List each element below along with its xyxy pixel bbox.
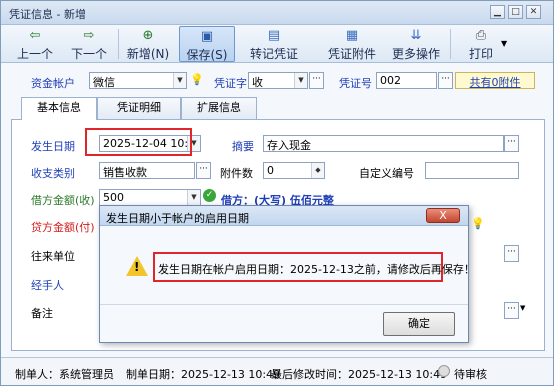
lightbulb-icon[interactable]: 💡 — [471, 217, 485, 230]
printer-icon: ⎙ — [475, 28, 487, 43]
title-bar: 凭证信息 - 新增 ▁ □ ✕ — [1, 1, 553, 25]
prev-button[interactable]: ⇦ 上一个 — [11, 26, 59, 62]
next-button[interactable]: ⇨ 下一个 — [65, 26, 113, 62]
dialog-title-bar: 发生日期小于帐户的启用日期 X — [100, 206, 468, 226]
floppy-icon: ▣ — [200, 29, 214, 44]
attachment-icon: ▦ — [345, 28, 359, 43]
note-browse-button[interactable]: ··· — [504, 302, 519, 319]
date-highlight-box — [85, 128, 192, 156]
dialog-divider — [100, 304, 468, 305]
lightbulb-icon[interactable]: 💡 — [190, 73, 204, 86]
creator-text: 制单人：系统管理员 — [15, 368, 114, 381]
close-window-button[interactable]: ✕ — [526, 5, 541, 19]
arrow-right-icon: ⇨ — [83, 28, 95, 43]
voucher-no-input[interactable]: 002 — [376, 72, 437, 89]
debit-amount-input[interactable]: 500 ▼ — [99, 189, 201, 206]
debit-label: 借方金额(收) — [31, 194, 95, 207]
add-button[interactable]: ⊕ 新增(N) — [122, 26, 174, 62]
attach-count-label: 附件数 — [220, 167, 253, 180]
credit-label: 贷方金额(付) — [31, 221, 95, 234]
warning-icon: ! — [126, 256, 148, 276]
dialog-close-button[interactable]: X — [426, 208, 460, 223]
custom-no-label: 自定义编号 — [359, 167, 414, 180]
voucher-word-select[interactable]: 收 ▼ — [248, 72, 308, 89]
summary-browse-button[interactable]: ··· — [504, 135, 519, 152]
more-actions-button[interactable]: ⇊ 更多操作 — [388, 26, 444, 62]
chevron-double-down-icon: ⇊ — [410, 28, 422, 43]
toolbar-separator — [118, 29, 119, 59]
category-browse-button[interactable]: ··· — [196, 162, 211, 179]
voucher-word-label: 凭证字 — [214, 77, 247, 90]
note-label: 备注 — [31, 307, 53, 320]
attach-count-stepper[interactable]: 0 ◆ — [263, 162, 325, 179]
chevron-down-icon[interactable]: ▼ — [294, 73, 307, 88]
warning-dialog: 发生日期小于帐户的启用日期 X ! 发生日期在帐户启用日期：2025-12-13… — [99, 205, 475, 343]
chevron-down-icon[interactable]: ▼ — [173, 73, 186, 88]
minimize-button[interactable]: ▁ — [490, 5, 505, 19]
print-dropdown-icon[interactable]: ▼ — [501, 39, 507, 48]
handler-label: 经手人 — [31, 279, 64, 292]
account-label: 资金帐户 — [31, 77, 75, 90]
partner-label: 往来单位 — [31, 250, 75, 263]
maximize-button[interactable]: □ — [508, 5, 523, 19]
partner-browse-button[interactable]: ··· — [504, 245, 519, 262]
tab-basic-info[interactable]: 基本信息 — [21, 97, 97, 120]
modified-time-text: 最后修改时间：2025-12-13 10:49 — [271, 368, 448, 381]
voucher-no-label: 凭证号 — [339, 77, 372, 90]
voucher-window: 凭证信息 - 新增 ▁ □ ✕ ⇦ 上一个 ⇨ 下一个 ⊕ 新增(N) ▣ 保存… — [0, 0, 554, 386]
category-input[interactable]: 销售收款 — [99, 162, 195, 179]
toolbar: ⇦ 上一个 ⇨ 下一个 ⊕ 新增(N) ▣ 保存(S) ▤ 转记凭证 ▦ 凭证附… — [1, 25, 553, 63]
custom-no-input[interactable] — [425, 162, 519, 179]
date-label: 发生日期 — [31, 140, 75, 153]
summary-label: 摘要 — [232, 140, 254, 153]
voucher-no-browse-button[interactable]: ··· — [438, 72, 453, 89]
account-select[interactable]: 微信 ▼ — [89, 72, 187, 89]
voucher-attachments-button[interactable]: ▦ 凭证附件 — [322, 26, 382, 62]
spinner-icon[interactable]: ◆ — [311, 163, 324, 178]
note-dropdown-icon[interactable]: ▼ — [520, 304, 525, 312]
window-title: 凭证信息 - 新增 — [9, 8, 86, 21]
ok-button[interactable]: 确定 — [383, 312, 455, 336]
print-button[interactable]: ⎙ 打印 — [461, 26, 501, 62]
summary-input[interactable]: 存入现金 — [263, 135, 504, 152]
created-date-text: 制单日期：2025-12-13 10:49 — [126, 368, 281, 381]
status-bar: 制单人：系统管理员 制单日期：2025-12-13 10:49 最后修改时间：2… — [1, 357, 553, 385]
voucher-word-browse-button[interactable]: ··· — [309, 72, 324, 89]
toolbar-separator — [450, 29, 451, 59]
plus-icon: ⊕ — [142, 28, 154, 43]
check-icon: ✓ — [203, 189, 216, 202]
arrow-left-icon: ⇦ — [29, 28, 41, 43]
save-button[interactable]: ▣ 保存(S) — [179, 26, 235, 62]
document-icon: ▤ — [267, 28, 281, 43]
tab-voucher-detail[interactable]: 凭证明细 — [97, 97, 181, 119]
category-label: 收支类别 — [31, 167, 75, 180]
dialog-title: 发生日期小于帐户的启用日期 — [106, 212, 249, 225]
transfer-voucher-button[interactable]: ▤ 转记凭证 — [244, 26, 304, 62]
attachments-link[interactable]: 共有0附件 — [455, 72, 535, 89]
chevron-down-icon[interactable]: ▼ — [187, 190, 200, 205]
pending-status-icon — [438, 365, 450, 377]
status-state: 待审核 — [454, 368, 487, 381]
tab-extended-info[interactable]: 扩展信息 — [181, 97, 257, 119]
dialog-message: 发生日期在帐户启用日期：2025-12-13之前，请修改后再保存！ — [158, 263, 475, 276]
